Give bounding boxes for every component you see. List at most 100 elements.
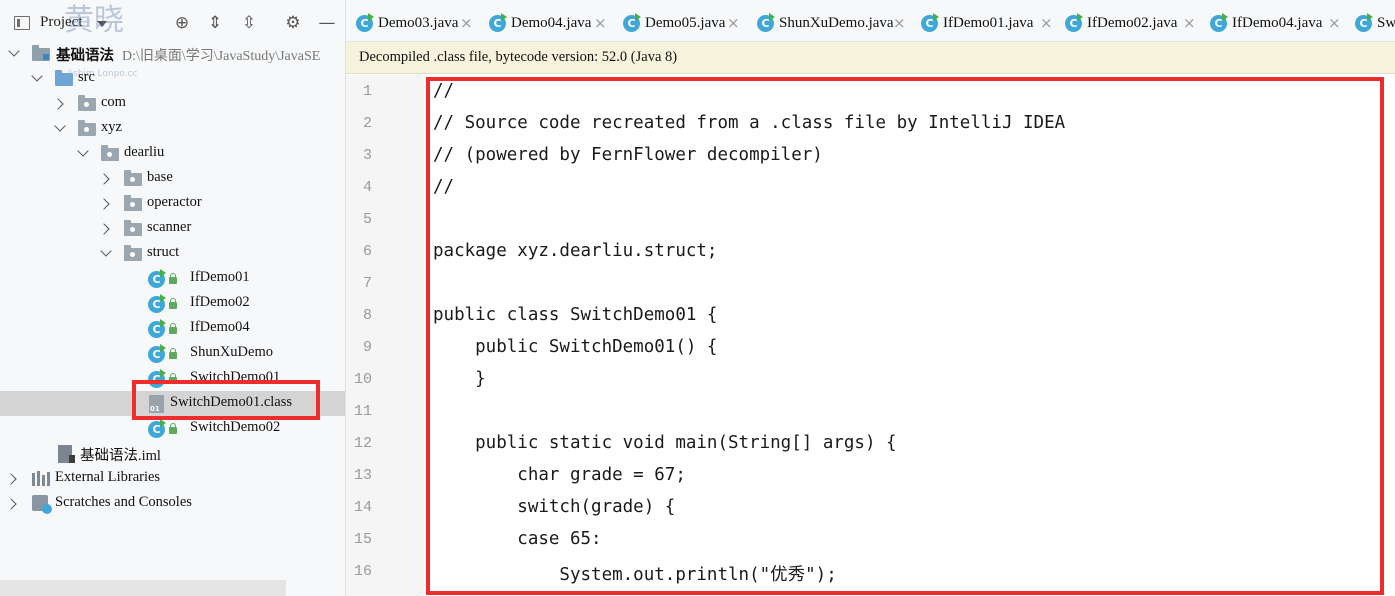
tree-item-label: IfDemo04 (190, 319, 250, 335)
chevron-down-icon[interactable] (100, 245, 112, 257)
tab-label: Demo04.java (511, 15, 592, 31)
library-icon (32, 471, 50, 486)
expand-all-icon[interactable]: ⇕ (204, 12, 226, 34)
package-icon (124, 170, 142, 186)
line-number: 2 (362, 115, 372, 132)
tree-item-class-file-selected[interactable]: SwitchDemo01.class (0, 391, 345, 416)
chevron-right-icon[interactable] (98, 223, 110, 235)
line-number: 5 (362, 211, 372, 228)
chevron-right-icon[interactable] (52, 98, 64, 110)
lock-icon (169, 373, 177, 384)
run-icon (635, 13, 641, 21)
close-icon[interactable]: × (594, 14, 607, 32)
tree-item-label: IfDemo02 (190, 294, 250, 310)
tree-item-base[interactable]: base (0, 166, 345, 191)
tree-item-xyz[interactable]: xyz (0, 116, 345, 141)
project-view-selector[interactable]: Project (40, 14, 83, 31)
chevron-down-icon[interactable] (77, 145, 89, 157)
tree-item-class[interactable]: C IfDemo04 (0, 316, 345, 341)
code-line: public static void main(String[] args) { (433, 433, 897, 453)
tab-demo03[interactable]: C Demo03.java × (346, 0, 478, 41)
close-icon[interactable]: × (1040, 14, 1053, 32)
chevron-down-icon[interactable] (31, 70, 43, 82)
chevron-down-icon[interactable] (54, 120, 66, 132)
line-number: 13 (353, 467, 372, 484)
tab-ifdemo02[interactable]: C IfDemo02.java × (1055, 0, 1200, 41)
line-number: 3 (362, 147, 372, 164)
tab-demo04[interactable]: C Demo04.java × (479, 0, 613, 41)
chevron-right-icon[interactable] (5, 473, 17, 485)
banner-text: Decompiled .class file, bytecode version… (359, 49, 678, 65)
tree-item-dearliu[interactable]: dearliu (0, 141, 345, 166)
tree-item-label: src (78, 69, 95, 85)
chevron-right-icon[interactable] (98, 173, 110, 185)
tab-label: Demo03.java (378, 15, 459, 31)
code-line: package xyz.dearliu.struct; (433, 241, 718, 261)
line-number: 9 (362, 339, 372, 356)
chevron-right-icon[interactable] (5, 498, 17, 510)
tree-item-class[interactable]: C SwitchDemo01 (0, 366, 345, 391)
gear-icon[interactable]: ⚙ (282, 12, 304, 34)
line-number: 7 (362, 275, 372, 292)
tab-switchdemo-partial[interactable]: C Sw (1345, 0, 1395, 41)
tab-label: IfDemo02.java (1087, 15, 1178, 31)
locate-icon[interactable]: ⊕ (171, 12, 193, 34)
run-icon (1367, 13, 1373, 21)
code-line: } (433, 369, 486, 389)
code-line: char grade = 67; (433, 465, 686, 485)
close-icon[interactable]: × (460, 14, 473, 32)
run-icon (160, 269, 166, 277)
run-icon (160, 344, 166, 352)
chevron-down-icon[interactable] (8, 45, 20, 57)
tree-item-module-root[interactable]: 基础语法 D:\旧桌面\学习\JavaStudy\JavaSE (0, 41, 345, 66)
tree-item-iml[interactable]: 基础语法.iml (0, 441, 345, 466)
tab-ifdemo04[interactable]: C IfDemo04.java × (1200, 0, 1345, 41)
line-number: 6 (362, 243, 372, 260)
close-icon[interactable]: × (1328, 14, 1341, 32)
code-editor[interactable]: 1 2 3 4 5 6 7 8 9 10 11 12 13 14 15 16 /… (346, 75, 1395, 596)
package-icon (78, 120, 96, 136)
close-icon[interactable]: × (1183, 14, 1196, 32)
tree-item-class[interactable]: C IfDemo01 (0, 266, 345, 291)
chevron-down-icon[interactable] (97, 21, 107, 27)
tree-item-scratches[interactable]: Scratches and Consoles (0, 491, 345, 516)
line-number: 1 (362, 83, 372, 100)
tree-item-src[interactable]: src (0, 66, 345, 91)
code-line: public SwitchDemo01() { (433, 337, 718, 357)
tree-item-scanner[interactable]: scanner (0, 216, 345, 241)
tree-item-operactor[interactable]: operactor (0, 191, 345, 216)
tree-item-label: Scratches and Consoles (55, 494, 192, 510)
tree-item-label: SwitchDemo01.class (170, 394, 293, 410)
module-path: D:\旧桌面\学习\JavaStudy\JavaSE (122, 49, 321, 64)
tree-item-external-libraries[interactable]: External Libraries (0, 466, 345, 491)
tree-item-label: struct (147, 244, 180, 260)
chevron-right-icon[interactable] (98, 198, 110, 210)
tab-demo05[interactable]: C Demo05.java × (613, 0, 748, 41)
line-number: 16 (353, 563, 372, 580)
collapse-all-icon[interactable]: ⇳ (238, 12, 260, 34)
tab-label: IfDemo01.java (943, 15, 1034, 31)
module-file-icon (58, 445, 75, 463)
hide-icon[interactable]: — (316, 12, 338, 34)
run-icon (1222, 13, 1228, 21)
tree-item-class[interactable]: C ShunXuDemo (0, 341, 345, 366)
lock-icon (169, 348, 177, 359)
tree-item-label: base (147, 169, 173, 185)
tab-label: ShunXuDemo.java (779, 15, 894, 31)
close-icon[interactable]: × (893, 14, 906, 32)
run-icon (769, 13, 775, 21)
code-line: // Source code recreated from a .class f… (433, 113, 1066, 133)
package-icon (124, 195, 142, 211)
tab-ifdemo01[interactable]: C IfDemo01.java × (911, 0, 1055, 41)
tree-item-class[interactable]: C IfDemo02 (0, 291, 345, 316)
tree-item-struct[interactable]: struct (0, 241, 345, 266)
tree-item-class[interactable]: C SwitchDemo02 (0, 416, 345, 441)
tab-shunxudemo[interactable]: C ShunXuDemo.java × (747, 0, 911, 41)
tree-item-com[interactable]: com (0, 91, 345, 116)
package-icon (78, 95, 96, 111)
close-icon[interactable]: × (727, 14, 740, 32)
editor-tab-bar: C Demo03.java × C Demo04.java × C Demo05… (346, 0, 1395, 42)
horizontal-scrollbar[interactable] (0, 580, 286, 596)
line-number-gutter: 1 2 3 4 5 6 7 8 9 10 11 12 13 14 15 16 (346, 75, 424, 596)
line-number: 14 (353, 499, 372, 516)
